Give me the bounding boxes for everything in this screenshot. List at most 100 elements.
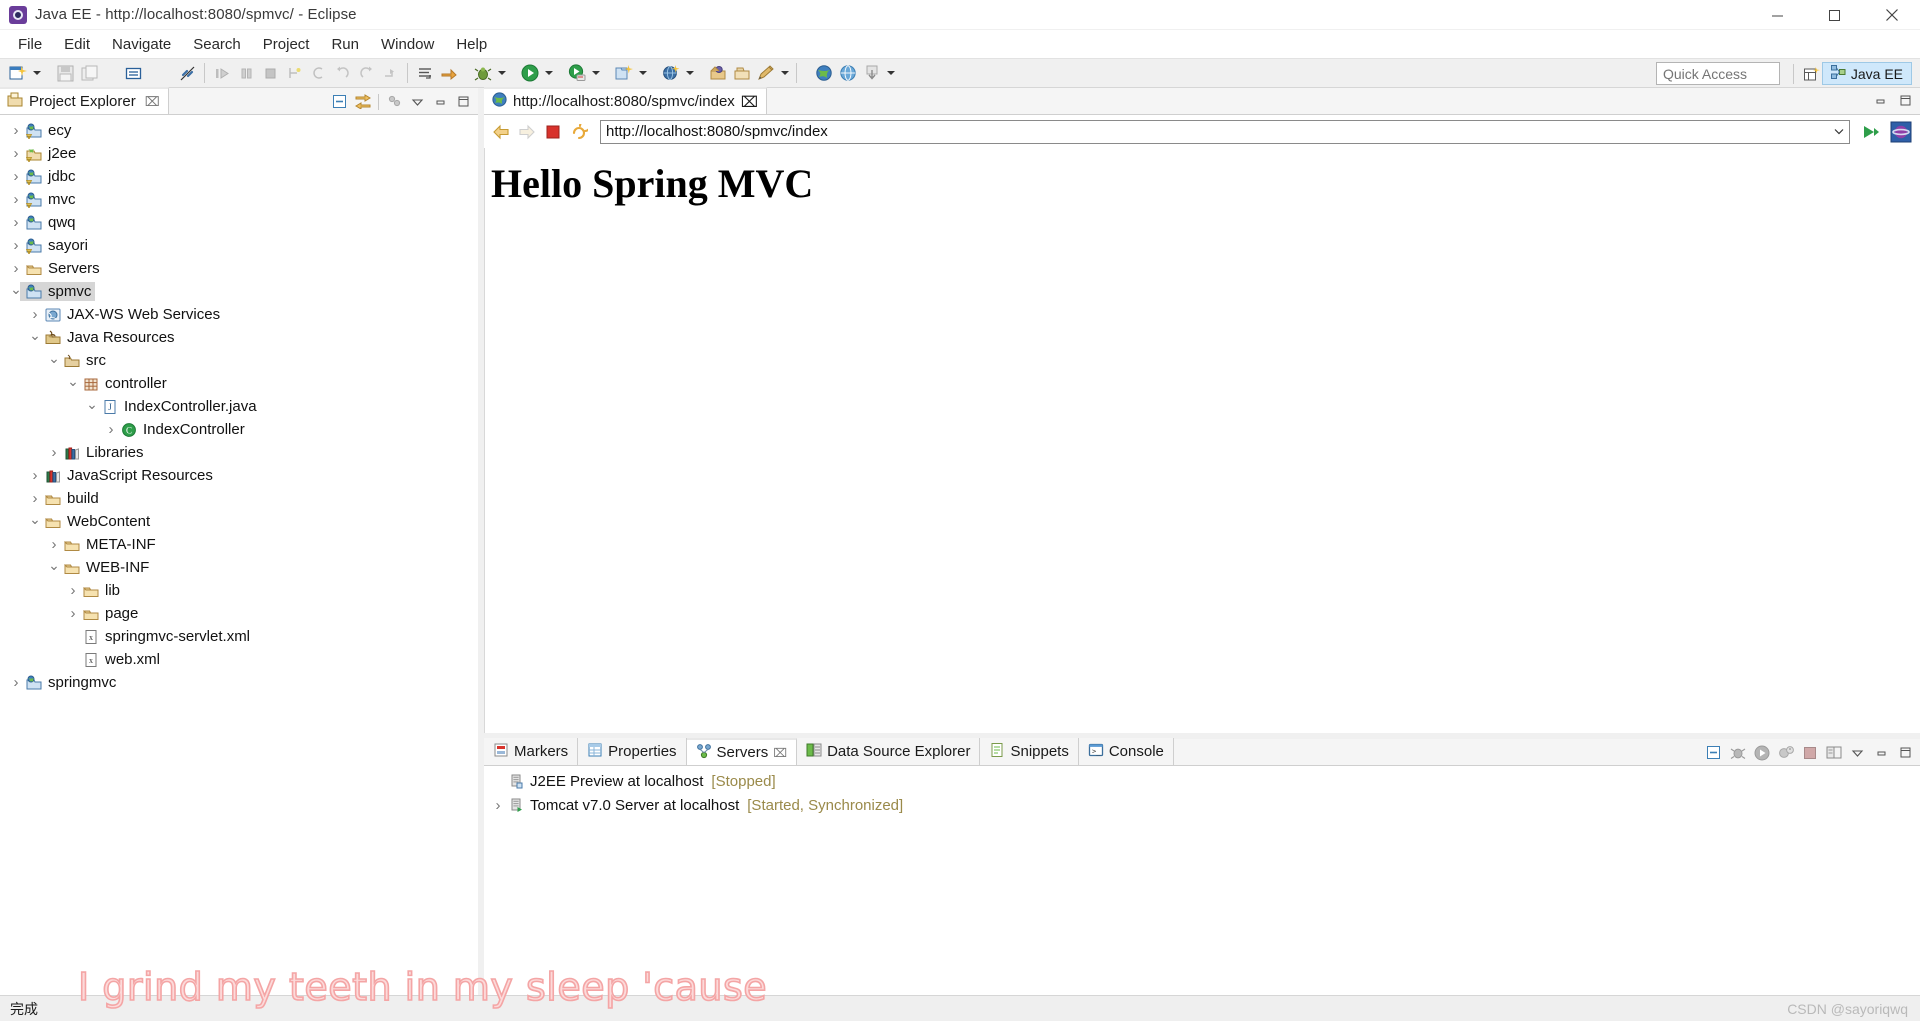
- tree-item-jdbc[interactable]: jdbc: [0, 165, 478, 188]
- maximize-icon[interactable]: [1895, 742, 1916, 763]
- chevron-down-icon[interactable]: [27, 326, 43, 349]
- new-folder-icon[interactable]: [730, 61, 754, 85]
- tab-console[interactable]: >_ Console: [1078, 738, 1174, 765]
- chevron-right-icon[interactable]: [27, 487, 43, 510]
- url-bar[interactable]: http://localhost:8080/spmvc/index: [600, 119, 1850, 144]
- chevron-right-icon[interactable]: [27, 464, 43, 487]
- tree-item-ecy[interactable]: ecy: [0, 119, 478, 142]
- new-package-icon[interactable]: [706, 61, 730, 85]
- chevron-right-icon[interactable]: [8, 165, 24, 188]
- open-perspective-icon[interactable]: [1800, 63, 1824, 85]
- tree-item-j2ee[interactable]: j2ee: [0, 142, 478, 165]
- perspective-java-ee-button[interactable]: Java EE: [1821, 62, 1912, 85]
- edit-icon[interactable]: [754, 61, 778, 85]
- print-icon[interactable]: [121, 61, 145, 85]
- stop-server-icon[interactable]: [1799, 742, 1820, 763]
- run-icon[interactable]: [518, 61, 542, 85]
- tree-item-web-inf[interactable]: WEB-INF: [0, 556, 478, 579]
- menu-search[interactable]: Search: [183, 33, 251, 56]
- edit-dropdown[interactable]: [778, 61, 791, 85]
- maximize-icon[interactable]: [453, 91, 474, 112]
- view-menu-dots-icon[interactable]: [384, 91, 405, 112]
- go-play-icon[interactable]: [1858, 119, 1884, 145]
- chevron-down-icon[interactable]: [84, 395, 100, 418]
- minimize-button[interactable]: [1749, 0, 1806, 30]
- new-java-project-icon[interactable]: [612, 61, 636, 85]
- collapse-all-icon[interactable]: [329, 91, 350, 112]
- chevron-down-icon[interactable]: [46, 349, 62, 372]
- chevron-right-icon[interactable]: [65, 579, 81, 602]
- chevron-right-icon[interactable]: [27, 303, 43, 326]
- chevron-right-icon[interactable]: [8, 188, 24, 211]
- menu-project[interactable]: Project: [253, 33, 320, 56]
- publish-icon[interactable]: [1823, 742, 1844, 763]
- tree-item-build[interactable]: build: [0, 487, 478, 510]
- chevron-right-icon[interactable]: [65, 602, 81, 625]
- debug-dropdown[interactable]: [495, 61, 508, 85]
- save-icon[interactable]: [53, 61, 77, 85]
- minimize-icon[interactable]: [1870, 90, 1891, 111]
- tree-item-indexcontroller-java[interactable]: J IndexController.java: [0, 395, 478, 418]
- close-icon[interactable]: ⌧: [773, 746, 787, 760]
- tree-item-webcontent[interactable]: WebContent: [0, 510, 478, 533]
- view-menu-icon[interactable]: [407, 91, 428, 112]
- run-server-dropdown[interactable]: [589, 61, 602, 85]
- chevron-down-icon[interactable]: [27, 510, 43, 533]
- open-browser-alt-icon[interactable]: [836, 61, 860, 85]
- close-icon[interactable]: ⌧: [741, 93, 758, 111]
- new-wizard-icon[interactable]: [6, 61, 30, 85]
- tab-snippets[interactable]: Snippets: [980, 738, 1079, 765]
- debug-server-icon[interactable]: [1727, 742, 1748, 763]
- tree-item-servers[interactable]: Servers: [0, 257, 478, 280]
- server-row[interactable]: Tomcat v7.0 Server at localhost [Started,…: [484, 793, 1920, 817]
- minimize-icon[interactable]: [430, 91, 451, 112]
- chevron-right-icon[interactable]: [8, 119, 24, 142]
- chevron-right-icon[interactable]: [46, 441, 62, 464]
- link-with-editor-icon[interactable]: [352, 91, 373, 112]
- debug-icon[interactable]: [471, 61, 495, 85]
- tab-browser[interactable]: http://localhost:8080/spmvc/index ⌧: [484, 87, 768, 114]
- tree-item-qwq[interactable]: qwq: [0, 211, 478, 234]
- quick-access-input[interactable]: [1656, 62, 1780, 85]
- forward-arrow-icon[interactable]: [516, 119, 538, 145]
- tree-item-src[interactable]: src: [0, 349, 478, 372]
- profile-server-icon[interactable]: [1775, 742, 1796, 763]
- run-server-icon[interactable]: [565, 61, 589, 85]
- run-dropdown[interactable]: [542, 61, 555, 85]
- project-tree[interactable]: ecy j2ee jdbc mvc qwq sayori Servers spmvc JAX-W…: [0, 115, 478, 694]
- tree-item-springmvc-servlet-xml[interactable]: x springmvc-servlet.xml: [0, 625, 478, 648]
- tab-project-explorer[interactable]: Project Explorer ⌧: [0, 87, 169, 114]
- tree-item-page[interactable]: page: [0, 602, 478, 625]
- stop-icon[interactable]: [542, 119, 564, 145]
- tab-markers[interactable]: Markers: [484, 738, 579, 765]
- chevron-down-icon[interactable]: [46, 556, 62, 579]
- import-dropdown[interactable]: [884, 61, 897, 85]
- skip-breakpoints-icon[interactable]: [437, 61, 461, 85]
- back-arrow-icon[interactable]: [490, 119, 512, 145]
- servers-list[interactable]: J2EE Preview at localhost [Stopped] Tomcat…: [484, 766, 1920, 817]
- new-java-project-dropdown[interactable]: [636, 61, 649, 85]
- chevron-right-icon[interactable]: [490, 794, 506, 817]
- tab-data-source-explorer[interactable]: Data Source Explorer: [797, 738, 981, 765]
- tree-item-sayori[interactable]: sayori: [0, 234, 478, 257]
- save-all-icon[interactable]: [77, 61, 101, 85]
- chevron-down-icon[interactable]: [65, 372, 81, 395]
- tree-item-web-xml[interactable]: x web.xml: [0, 648, 478, 671]
- tree-item-lib[interactable]: lib: [0, 579, 478, 602]
- new-ee-project-icon[interactable]: [659, 61, 683, 85]
- open-external-browser-icon[interactable]: [1888, 119, 1914, 145]
- tree-item-libraries[interactable]: Libraries: [0, 441, 478, 464]
- tree-item-mvc[interactable]: mvc: [0, 188, 478, 211]
- tree-item-indexcontroller[interactable]: C IndexController: [0, 418, 478, 441]
- new-ee-project-dropdown[interactable]: [683, 61, 696, 85]
- collapse-all-icon[interactable]: [1703, 742, 1724, 763]
- open-web-browser-icon[interactable]: [812, 61, 836, 85]
- start-server-icon[interactable]: [1751, 742, 1772, 763]
- tree-item-springmvc[interactable]: springmvc: [0, 671, 478, 694]
- open-task-icon[interactable]: [413, 61, 437, 85]
- new-wizard-dropdown[interactable]: [30, 61, 43, 85]
- tree-item-meta-inf[interactable]: META-INF: [0, 533, 478, 556]
- tab-servers[interactable]: Servers ⌧: [686, 738, 798, 765]
- maximize-icon[interactable]: [1895, 90, 1916, 111]
- menu-run[interactable]: Run: [321, 33, 369, 56]
